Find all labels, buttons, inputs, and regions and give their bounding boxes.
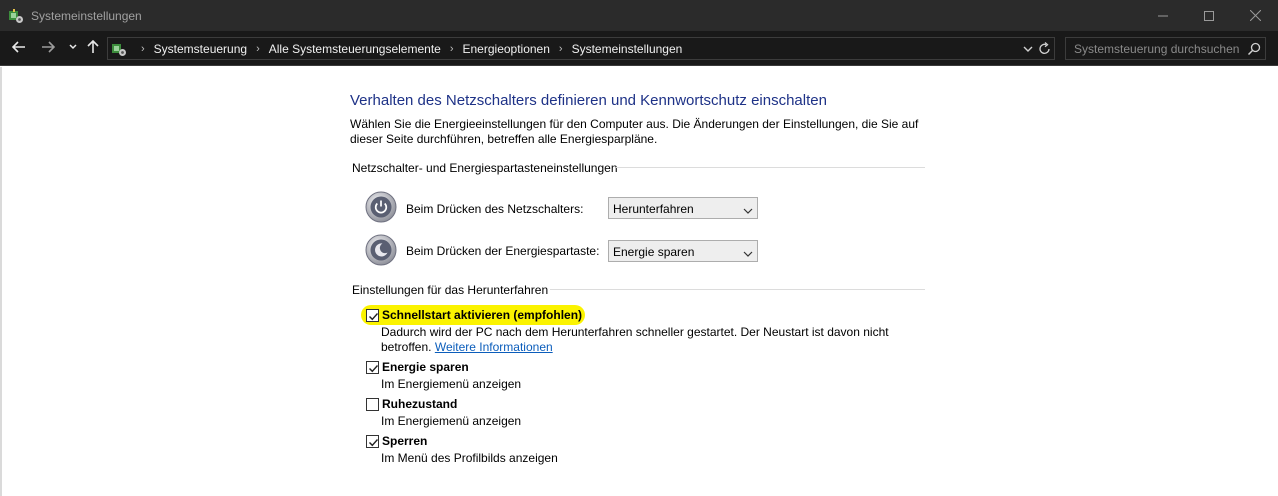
chevron-down-icon — [743, 247, 753, 257]
hibernate-option-description: Im Energiemenü anzeigen — [381, 414, 522, 428]
search-placeholder: Systemsteuerung durchsuchen — [1074, 42, 1240, 56]
lock-option-label[interactable]: Sperren — [382, 434, 427, 448]
fast-startup-description: Dadurch wird der PC nach dem Herunterfah… — [381, 325, 901, 355]
page-title: Verhalten des Netzschalters definieren u… — [350, 92, 827, 109]
breadcrumb-item[interactable]: Systemeinstellungen — [572, 42, 683, 56]
breadcrumb-item[interactable]: Systemsteuerung — [154, 42, 247, 56]
refresh-icon[interactable] — [1038, 41, 1052, 57]
select-value: Energie sparen — [613, 245, 695, 259]
window-title: Systemeinstellungen — [31, 9, 142, 23]
minimize-icon[interactable] — [1140, 0, 1186, 31]
back-arrow-icon[interactable] — [9, 37, 29, 57]
chevron-down-icon — [743, 204, 753, 214]
lock-option-checkbox[interactable] — [366, 435, 379, 448]
main-content: Verhalten des Netzschalters definieren u… — [0, 67, 1278, 496]
control-panel-icon — [8, 8, 24, 24]
select-value: Herunterfahren — [613, 202, 694, 216]
close-icon[interactable] — [1232, 0, 1278, 31]
maximize-icon[interactable] — [1186, 0, 1232, 31]
breadcrumb-separator-icon: › — [256, 43, 260, 55]
navigation-bar: › Systemsteuerung › Alle Systemsteuerung… — [0, 31, 1278, 66]
hibernate-option-label[interactable]: Ruhezustand — [382, 397, 457, 411]
sleep-button-label: Beim Drücken der Energiespartaste: — [406, 244, 600, 258]
sleep-button-icon — [365, 234, 397, 266]
breadcrumb-separator-icon: › — [141, 43, 145, 55]
recent-locations-chevron-icon[interactable] — [63, 37, 83, 57]
address-bar[interactable]: › Systemsteuerung › Alle Systemsteuerung… — [107, 37, 1055, 60]
search-icon[interactable] — [1247, 42, 1261, 56]
breadcrumb-separator-icon: › — [558, 43, 563, 55]
sleep-option-checkbox[interactable] — [366, 361, 379, 374]
breadcrumb-item[interactable]: Energieoptionen — [463, 42, 550, 56]
page-description: Wählen Sie die Energieeinstellungen für … — [350, 117, 919, 146]
breadcrumb-item[interactable]: Alle Systemsteuerungselemente — [269, 42, 441, 56]
fast-startup-checkbox[interactable] — [366, 309, 379, 322]
forward-arrow-icon[interactable] — [38, 37, 58, 57]
sleep-option-label[interactable]: Energie sparen — [382, 360, 469, 374]
group-divider — [550, 289, 925, 290]
up-arrow-icon[interactable] — [83, 37, 103, 57]
title-bar: Systemeinstellungen — [0, 0, 1278, 31]
power-settings-group-title: Netzschalter- und Energiespartasteneinst… — [352, 161, 618, 175]
breadcrumb: › Systemsteuerung › Alle Systemsteuerung… — [132, 42, 682, 56]
sleep-option-description: Im Energiemenü anzeigen — [381, 377, 522, 391]
hibernate-option-checkbox[interactable] — [366, 398, 379, 411]
address-dropdown-icon[interactable] — [1022, 42, 1034, 56]
search-input[interactable]: Systemsteuerung durchsuchen — [1065, 37, 1266, 60]
lock-option-description: Im Menü des Profilbilds anzeigen — [381, 451, 558, 465]
more-info-link[interactable]: Weitere Informationen — [435, 340, 553, 354]
power-button-label: Beim Drücken des Netzschalters: — [406, 202, 584, 216]
breadcrumb-separator-icon: › — [449, 43, 454, 55]
shutdown-settings-group-title: Einstellungen für das Herunterfahren — [352, 283, 549, 297]
group-divider — [616, 167, 925, 168]
sleep-button-action-select[interactable]: Energie sparen — [608, 240, 758, 262]
fast-startup-label[interactable]: Schnellstart aktivieren (empfohlen) — [382, 308, 582, 322]
control-panel-icon — [111, 41, 127, 57]
power-button-action-select[interactable]: Herunterfahren — [608, 197, 758, 219]
power-button-icon — [365, 191, 397, 223]
